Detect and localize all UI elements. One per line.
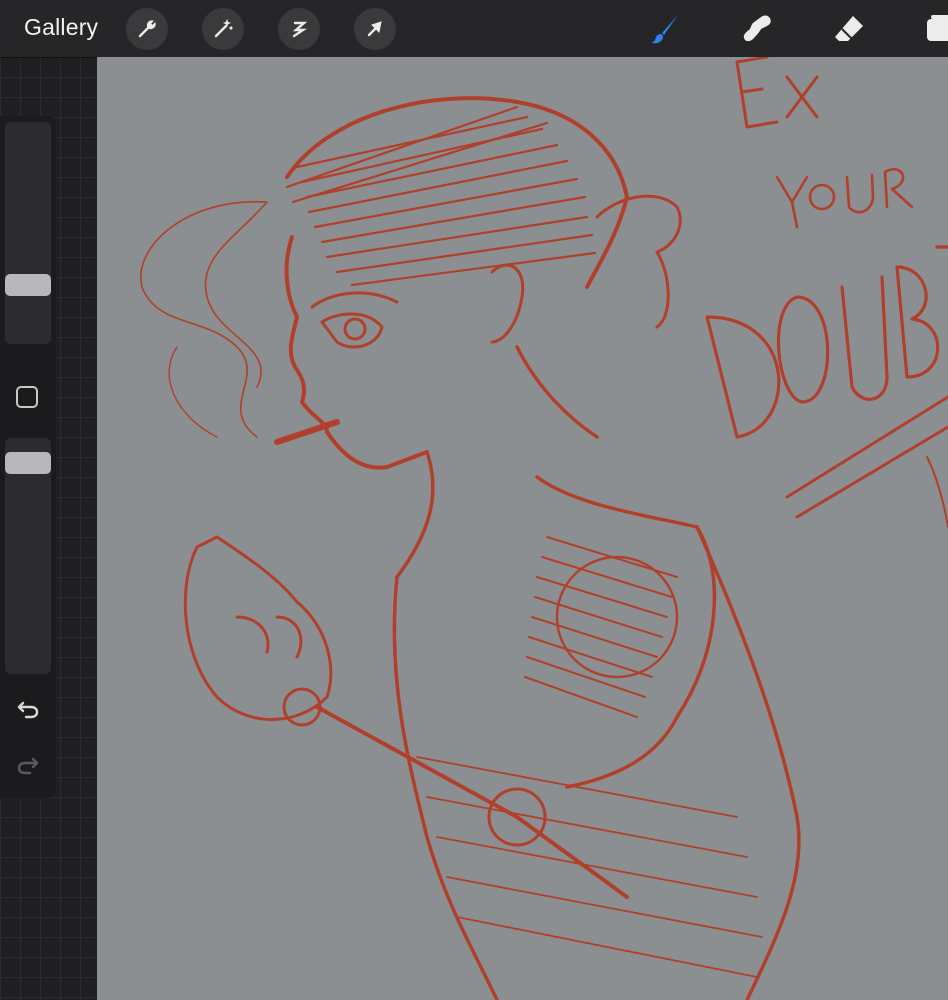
brush-icon — [651, 15, 678, 44]
eraser-icon — [835, 16, 863, 41]
selection-button[interactable] — [278, 8, 320, 50]
transform-button[interactable] — [354, 8, 396, 50]
drawing-canvas[interactable] — [97, 57, 948, 1000]
wrench-icon — [138, 20, 156, 38]
sketch-artwork — [140, 57, 948, 1000]
magic-wand-icon — [214, 18, 233, 38]
modify-button[interactable] — [16, 386, 38, 408]
smudge-button[interactable] — [736, 8, 778, 50]
left-sidebar — [0, 116, 56, 798]
gallery-button[interactable]: Gallery — [24, 14, 98, 41]
paint-brush-button[interactable] — [644, 8, 686, 50]
opacity-slider[interactable] — [5, 438, 51, 674]
brush-size-thumb[interactable] — [5, 274, 51, 296]
top-toolbar: Gallery — [0, 0, 948, 58]
selection-s-icon — [292, 21, 308, 38]
arrow-cursor-icon — [367, 21, 382, 37]
layers-icon — [927, 15, 948, 41]
actions-button[interactable] — [126, 8, 168, 50]
eraser-button[interactable] — [828, 8, 870, 50]
opacity-thumb[interactable] — [5, 452, 51, 474]
redo-icon[interactable] — [14, 750, 42, 778]
smudge-finger-icon — [743, 15, 771, 42]
brush-size-slider[interactable] — [5, 122, 51, 344]
layers-button[interactable] — [918, 8, 948, 50]
undo-icon[interactable] — [14, 694, 42, 722]
adjustments-button[interactable] — [202, 8, 244, 50]
